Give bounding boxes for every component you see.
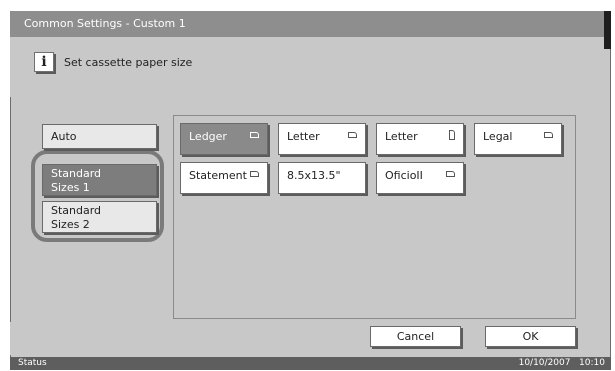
paper-oficio-ii-button[interactable]: OficioII xyxy=(376,162,464,194)
status-bar: Status 10/10/2007 10:10 xyxy=(10,357,611,370)
title-edge-marker xyxy=(604,11,611,49)
paper-size-label: Ledger xyxy=(189,130,227,143)
paper-size-label: OficioII xyxy=(385,169,423,182)
status-button[interactable]: Status xyxy=(18,357,47,370)
paper-ledger-button[interactable]: Ledger xyxy=(180,123,268,155)
size-mode-label: Standard Sizes 1 xyxy=(51,167,102,194)
paper-size-label: Letter xyxy=(385,130,418,143)
date-time: 10/10/2007 10:10 xyxy=(518,358,605,368)
landscape-orientation-icon xyxy=(348,132,357,138)
paper-8-5x13-5-button[interactable]: 8.5x13.5" xyxy=(278,162,366,194)
paper-size-label: Statement xyxy=(189,169,247,182)
size-mode-label: Auto xyxy=(51,130,77,143)
cancel-button[interactable]: Cancel xyxy=(370,326,461,347)
size-mode-auto-button[interactable]: Auto xyxy=(42,124,157,149)
info-icon: i xyxy=(34,52,54,72)
paper-size-label: Letter xyxy=(287,130,320,143)
paper-legal-button[interactable]: Legal xyxy=(474,123,562,155)
portrait-orientation-icon xyxy=(449,130,455,140)
paper-letter-portrait-button[interactable]: Letter xyxy=(376,123,464,155)
landscape-orientation-icon xyxy=(250,132,259,138)
paper-statement-button[interactable]: Statement xyxy=(180,162,268,194)
paper-letter-landscape-button[interactable]: Letter xyxy=(278,123,366,155)
landscape-orientation-icon xyxy=(446,171,455,177)
size-mode-label: Standard Sizes 2 xyxy=(51,204,102,231)
window-title: Common Settings - Custom 1 xyxy=(10,11,604,37)
ok-button[interactable]: OK xyxy=(485,326,576,347)
size-mode-standard-1-button[interactable]: Standard Sizes 1 xyxy=(42,164,157,196)
paper-size-label: 8.5x13.5" xyxy=(287,169,341,182)
landscape-orientation-icon xyxy=(250,171,259,177)
instruction-text: Set cassette paper size xyxy=(64,56,193,69)
landscape-orientation-icon xyxy=(544,132,553,138)
size-mode-standard-2-button[interactable]: Standard Sizes 2 xyxy=(42,201,157,233)
paper-size-label: Legal xyxy=(483,130,513,143)
